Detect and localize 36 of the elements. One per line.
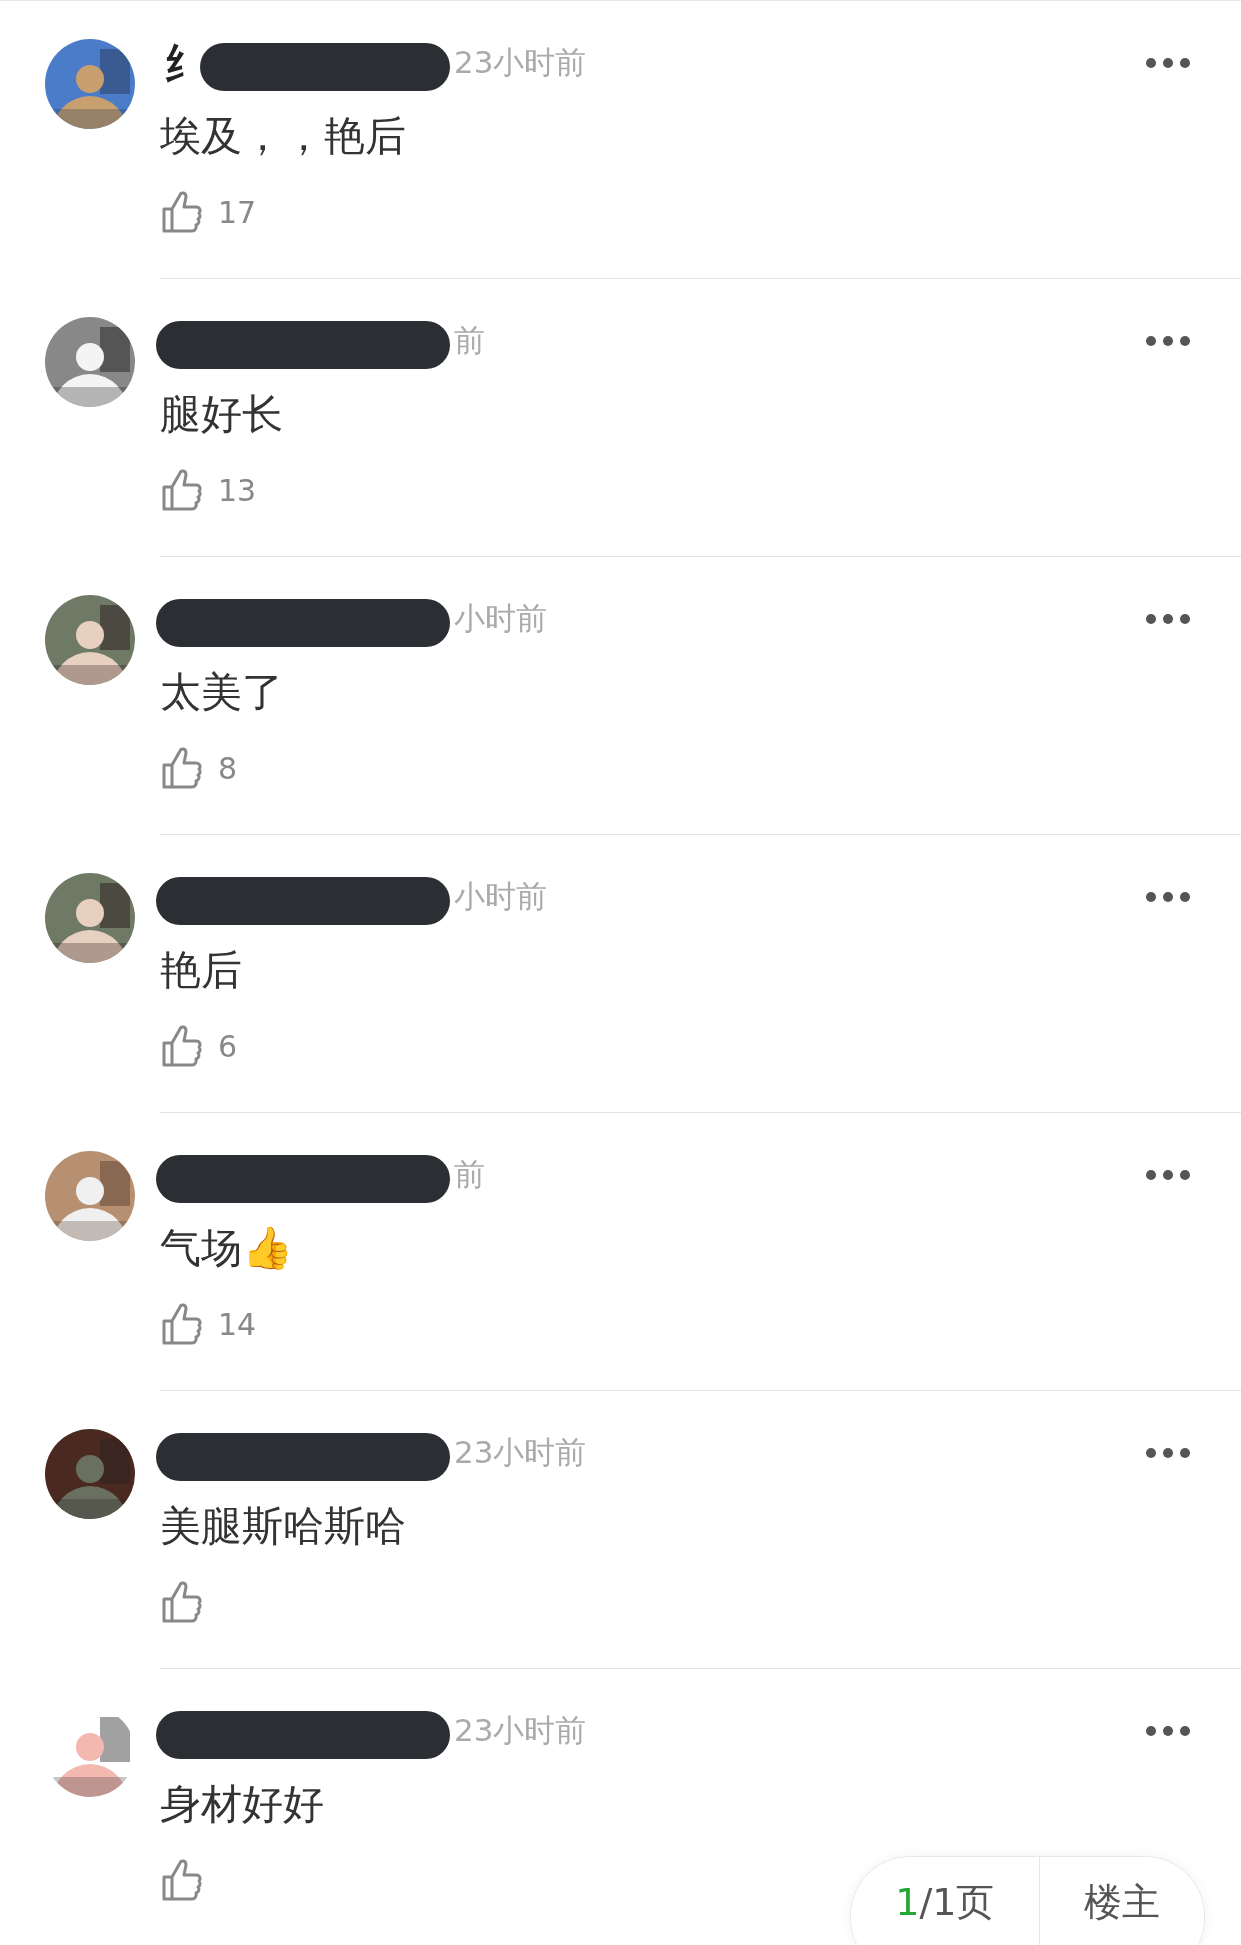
more-icon[interactable] [1145, 335, 1191, 347]
like-count: 17 [218, 194, 257, 230]
more-icon[interactable] [1145, 1447, 1191, 1459]
comment-text: 埃及，，艳后 [160, 111, 407, 162]
thumbs-up-icon[interactable] [160, 189, 204, 235]
like-count: 13 [218, 472, 257, 508]
page-indicator[interactable]: 1/1页 [851, 1857, 1039, 1945]
timestamp: 23小时前 [454, 1433, 587, 1472]
timestamp: 前 [454, 321, 485, 360]
more-icon[interactable] [1145, 1725, 1191, 1737]
thumbs-up-icon[interactable] [160, 1857, 204, 1903]
timestamp: 小时前 [454, 599, 547, 638]
comment-text: 身材好好 [160, 1779, 325, 1830]
timestamp: 小时前 [454, 877, 547, 916]
like-count: 6 [218, 1028, 238, 1064]
comment-text: 美腿斯哈斯哈 [160, 1501, 407, 1552]
more-icon[interactable] [1145, 613, 1191, 625]
more-icon[interactable] [1145, 57, 1191, 69]
like-count: 8 [218, 750, 238, 786]
thumbs-up-icon[interactable] [160, 745, 204, 791]
thumbs-up-icon[interactable] [160, 1023, 204, 1069]
comment-text: 太美了 [160, 667, 284, 718]
thumbs-up-icon[interactable] [160, 1579, 204, 1625]
timestamp: 23小时前 [454, 1711, 587, 1750]
comment-text: 艳后 [160, 945, 243, 996]
more-icon[interactable] [1145, 1169, 1191, 1181]
username[interactable]: 纟 [160, 35, 204, 91]
thumbs-up-icon[interactable] [160, 1301, 204, 1347]
timestamp: 23小时前 [454, 43, 587, 82]
more-icon[interactable] [1145, 891, 1191, 903]
comment-text: 气场👍 [160, 1223, 294, 1274]
timestamp: 前 [454, 1155, 485, 1194]
comment-text: 腿好长 [160, 389, 284, 440]
like-count: 14 [218, 1306, 257, 1342]
thumbs-up-icon[interactable] [160, 467, 204, 513]
owner-button[interactable]: 楼主 [1040, 1857, 1204, 1945]
